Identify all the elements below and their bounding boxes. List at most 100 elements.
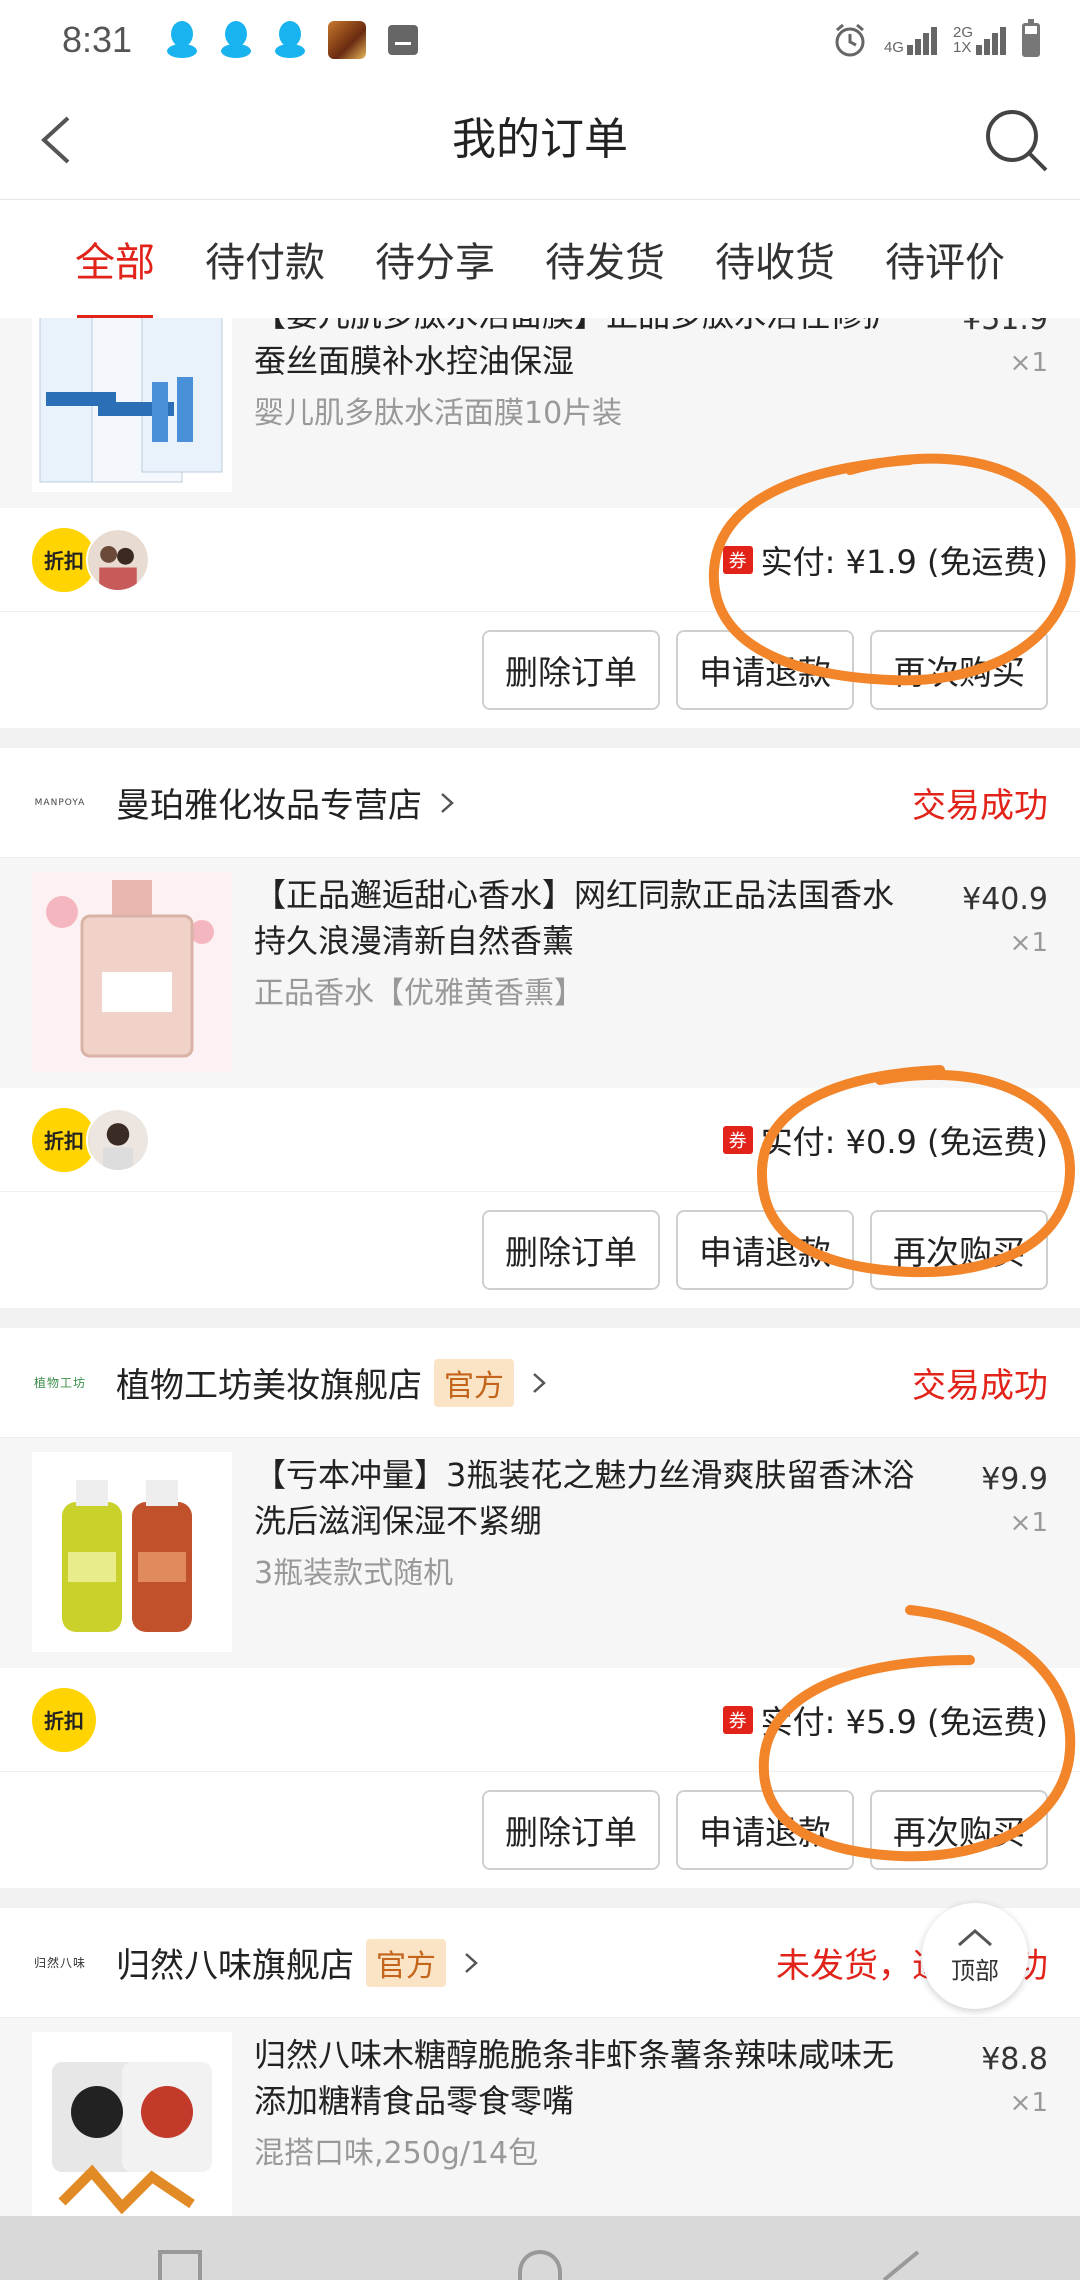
product-image — [32, 872, 232, 1072]
qq-icon — [221, 21, 252, 58]
payment-row: 折扣 券 实付: ¥1.9 (免运费) — [0, 508, 1080, 612]
product-spec: 3瓶装款式随机 — [254, 1556, 454, 1591]
page-title: 我的订单 — [452, 114, 628, 165]
app-header: 我的订单 — [0, 80, 1080, 200]
product-image — [32, 2032, 232, 2216]
tab-pending-review[interactable]: 待评价 — [885, 230, 1005, 288]
chevron-right-icon — [441, 792, 454, 813]
product-price: ¥9.9 — [981, 1462, 1048, 1497]
order-item[interactable]: 归然八味木糖醇脆脆条非虾条薯条辣味咸味无 添加糖精食品零食零嘴 混搭口味,250… — [0, 2018, 1080, 2216]
order-card: 【婴儿肌多肽水活面膜】正品多肽水活往修护 蚕丝面膜补水控油保湿 婴儿肌多肽水活面… — [0, 318, 1080, 728]
order-list[interactable]: 【婴儿肌多肽水活面膜】正品多肽水活往修护 蚕丝面膜补水控油保湿 婴儿肌多肽水活面… — [0, 318, 1080, 2216]
product-title: 【正品邂逅甜心香水】网红同款正品法国香水 — [254, 876, 895, 914]
coupon-icon: 券 — [722, 1705, 753, 1734]
product-title: 【婴儿肌多肽水活面膜】正品多肽水活往修护 — [254, 318, 948, 338]
action-row: 删除订单 申请退款 再次购买 — [0, 1192, 1080, 1308]
coupon-icon: 券 — [722, 1125, 753, 1154]
shop-row[interactable]: 植物工坊 植物工坊美妆旗舰店 官方 交易成功 — [0, 1328, 1080, 1438]
buy-again-button[interactable]: 再次购买 — [870, 1210, 1048, 1290]
alarm-icon — [835, 23, 865, 57]
request-refund-button[interactable]: 申请退款 — [676, 1210, 854, 1290]
network-2g-label: 2G — [952, 24, 973, 41]
product-quantity: ×1 — [1009, 928, 1048, 958]
payment-row: 折扣 券 实付: ¥5.9 (免运费) — [0, 1668, 1080, 1772]
product-title: 添加糖精食品零食零嘴 — [254, 2082, 575, 2120]
status-bar: 8:31 4G 2G 1X — [0, 0, 1080, 80]
buy-again-button[interactable]: 再次购买 — [870, 630, 1048, 710]
shop-name[interactable]: 曼珀雅化妆品专营店 — [116, 778, 422, 827]
network-4g-label: 4G — [883, 39, 904, 56]
delete-order-button[interactable]: 删除订单 — [482, 1790, 660, 1870]
shop-name[interactable]: 归然八味旗舰店 — [116, 1938, 354, 1987]
home-icon[interactable] — [518, 2250, 562, 2280]
back-nav-icon[interactable] — [878, 2250, 922, 2280]
delete-order-button[interactable]: 删除订单 — [482, 630, 660, 710]
shop-name[interactable]: 植物工坊美妆旗舰店 — [116, 1358, 422, 1407]
qq-icon — [167, 21, 198, 58]
friend-avatar — [86, 1107, 150, 1172]
order-card: MANPOYA 曼珀雅化妆品专营店 交易成功 【正品邂逅甜心香水】网红同款正品法… — [0, 748, 1080, 1308]
product-title: 归然八味木糖醇脆脆条非虾条薯条辣味咸味无 — [254, 2036, 895, 2074]
product-title: 持久浪漫清新自然香薰 — [254, 922, 575, 960]
action-row: 删除订单 申请退款 再次购买 — [0, 1772, 1080, 1888]
shop-logo: MANPOYA — [34, 797, 86, 808]
coupon-icon: 券 — [722, 545, 753, 574]
order-item[interactable]: 【婴儿肌多肽水活面膜】正品多肽水活往修护 蚕丝面膜补水控油保湿 婴儿肌多肽水活面… — [0, 318, 1080, 508]
product-quantity: ×1 — [1009, 2088, 1048, 2118]
friend-avatar — [86, 527, 150, 592]
tab-pending-shipment[interactable]: 待发货 — [545, 230, 665, 288]
order-card: 植物工坊 植物工坊美妆旗舰店 官方 交易成功 【亏本冲量】3瓶装花之魅力丝滑爽肤… — [0, 1328, 1080, 1888]
game-notification-icon — [328, 21, 367, 59]
shop-row[interactable]: 归然八味 归然八味旗舰店 官方 未发货，退款成功 — [0, 1908, 1080, 2018]
paid-amount: 实付: ¥1.9 (免运费) — [760, 542, 1048, 581]
tab-pending-receipt[interactable]: 待收货 — [715, 230, 835, 288]
product-spec: 正品香水【优雅黄香熏】 — [254, 976, 584, 1011]
system-nav-bar — [0, 2216, 1080, 2280]
request-refund-button[interactable]: 申请退款 — [676, 630, 854, 710]
message-icon — [388, 25, 419, 55]
paid-amount: 实付: ¥5.9 (免运费) — [760, 1702, 1048, 1741]
official-badge: 官方 — [366, 1938, 446, 1987]
paid-amount: 实付: ¥0.9 (免运费) — [760, 1122, 1048, 1161]
discount-badge: 折扣 — [32, 1687, 96, 1752]
official-badge: 官方 — [434, 1358, 514, 1407]
product-title: 蚕丝面膜补水控油保湿 — [254, 342, 575, 380]
back-to-top-label: 顶部 — [951, 1956, 999, 1985]
tab-all[interactable]: 全部 — [75, 230, 155, 320]
network-1x-label: 1X — [952, 39, 972, 56]
product-quantity: ×1 — [1009, 348, 1048, 378]
product-image — [32, 1452, 232, 1652]
order-status: 交易成功 — [912, 1366, 1048, 1406]
request-refund-button[interactable]: 申请退款 — [676, 1790, 854, 1870]
shop-logo: 植物工坊 — [33, 1376, 86, 1390]
order-card: 归然八味 归然八味旗舰店 官方 未发货，退款成功 归然八味木糖醇脆脆条非虾条薯条… — [0, 1908, 1080, 2216]
battery-icon — [1022, 19, 1040, 57]
search-icon[interactable] — [982, 106, 1050, 174]
action-row: 删除订单 申请退款 再次购买 — [0, 612, 1080, 728]
order-item[interactable]: 【正品邂逅甜心香水】网红同款正品法国香水 持久浪漫清新自然香薰 正品香水【优雅黄… — [0, 858, 1080, 1088]
product-quantity: ×1 — [1009, 1508, 1048, 1538]
chevron-right-icon — [465, 1952, 478, 1973]
order-tabs: 全部 待付款 待分享 待发货 待收货 待评价 — [0, 200, 1080, 320]
status-time: 8:31 — [62, 19, 133, 60]
tab-pending-share[interactable]: 待分享 — [375, 230, 495, 288]
delete-order-button[interactable]: 删除订单 — [482, 1210, 660, 1290]
product-price: ¥40.9 — [962, 882, 1048, 917]
buy-again-button[interactable]: 再次购买 — [870, 1790, 1048, 1870]
payment-row: 折扣 券 实付: ¥0.9 (免运费) — [0, 1088, 1080, 1192]
back-to-top-button[interactable]: 顶部 — [922, 1903, 1028, 2009]
shop-logo: 归然八味 — [33, 1956, 86, 1970]
order-item[interactable]: 【亏本冲量】3瓶装花之魅力丝滑爽肤留香沐浴 洗后滋润保湿不紧绷 3瓶装款式随机 … — [0, 1438, 1080, 1668]
order-status: 交易成功 — [912, 786, 1048, 826]
shop-row[interactable]: MANPOYA 曼珀雅化妆品专营店 交易成功 — [0, 748, 1080, 858]
tab-pending-payment[interactable]: 待付款 — [205, 230, 325, 288]
product-spec: 婴儿肌多肽水活面膜10片装 — [254, 396, 623, 431]
signal-icon — [906, 25, 937, 55]
product-image — [32, 318, 232, 492]
product-title: 【亏本冲量】3瓶装花之魅力丝滑爽肤留香沐浴 — [254, 1456, 915, 1494]
chevron-right-icon — [533, 1372, 546, 1393]
recents-icon[interactable] — [158, 2250, 202, 2280]
product-price: ¥8.8 — [981, 2042, 1048, 2077]
product-title: 洗后滋润保湿不紧绷 — [254, 1502, 543, 1540]
product-spec: 混搭口味,250g/14包 — [254, 2136, 539, 2171]
